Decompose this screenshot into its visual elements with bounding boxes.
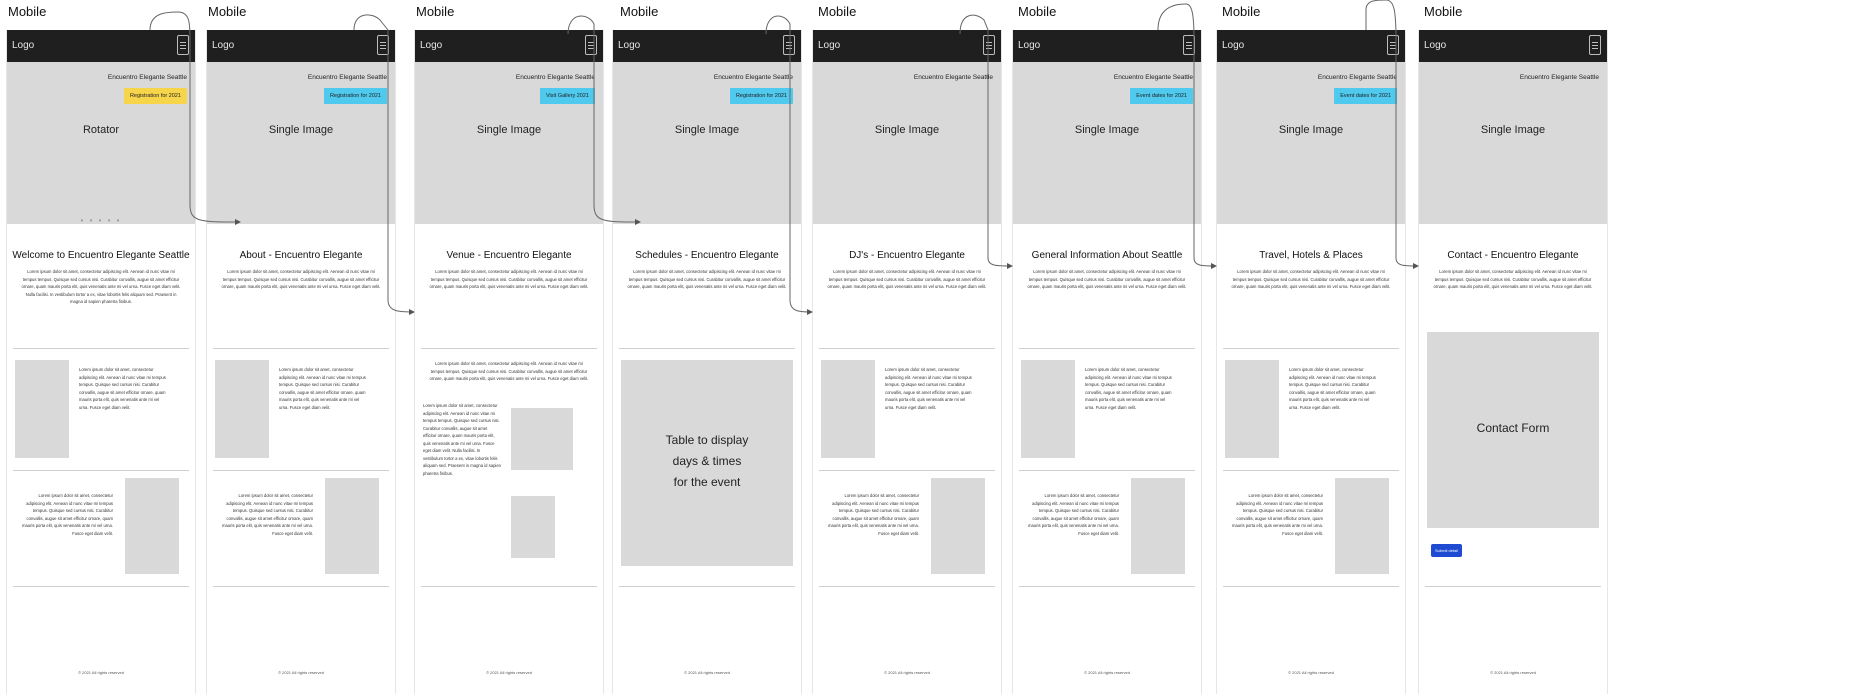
flow-connectors <box>149 0 1419 315</box>
connector-arrow <box>149 11 241 225</box>
connector-arrow <box>1157 3 1217 269</box>
connector-arrow <box>765 15 813 315</box>
connector-arrow <box>1365 0 1419 269</box>
connector-arrow <box>353 14 415 315</box>
connector-arrow <box>567 15 641 225</box>
connector-arrow <box>959 14 1013 269</box>
